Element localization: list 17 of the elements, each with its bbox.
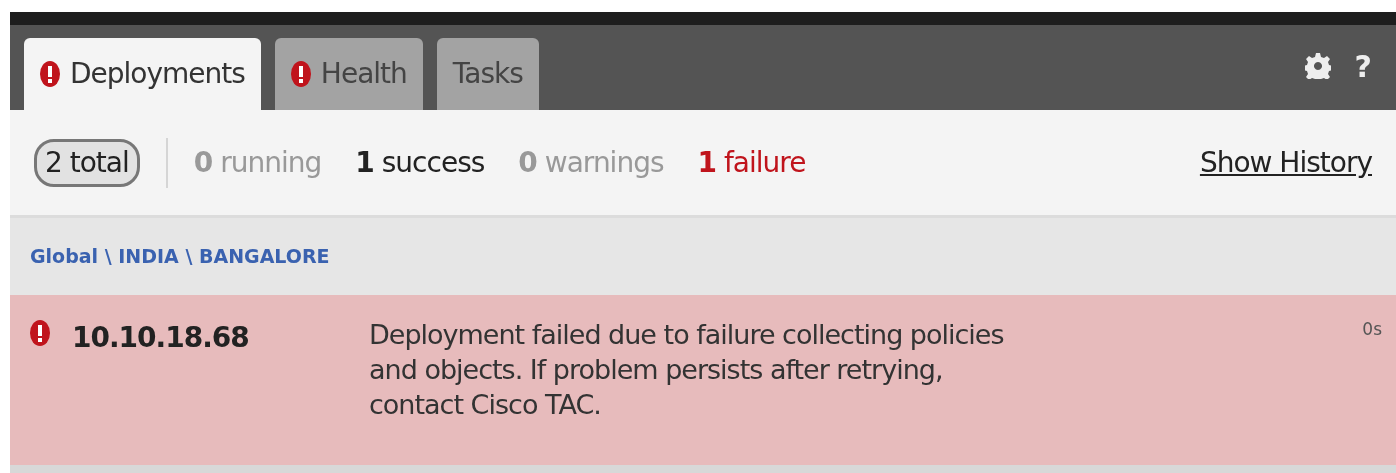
tab[interactable]: Deployments — [24, 38, 261, 110]
status-count[interactable]: 1 success — [355, 141, 485, 184]
help-icon[interactable]: ? — [1354, 43, 1372, 89]
deployment-row[interactable]: 10.10.18.68 Deployment failed due to failure collecting policies and objects. If problem persists after retrying, contact Cisco TAC. 0s — [10, 295, 1396, 465]
tab[interactable]: Tasks — [436, 38, 539, 110]
error-message: Deployment failed due to failure collecting policies and objects. If problem persists after retrying, contact Cisco TAC. — [369, 318, 1005, 423]
show-history-link[interactable]: Show History — [1199, 141, 1372, 184]
group-path: Global \ INDIA \ BANGALORE — [30, 244, 330, 270]
alert-icon — [290, 60, 311, 88]
total-count[interactable]: 2 total — [34, 138, 140, 187]
elapsed-time: 0s — [1362, 318, 1382, 341]
device-address: 10.10.18.68 — [72, 320, 250, 356]
alert-icon — [30, 319, 50, 347]
settings-icon[interactable] — [1304, 53, 1331, 79]
status-count[interactable]: 1 failure — [697, 141, 806, 184]
tab[interactable]: Health — [274, 38, 423, 110]
alert-icon — [40, 60, 60, 88]
